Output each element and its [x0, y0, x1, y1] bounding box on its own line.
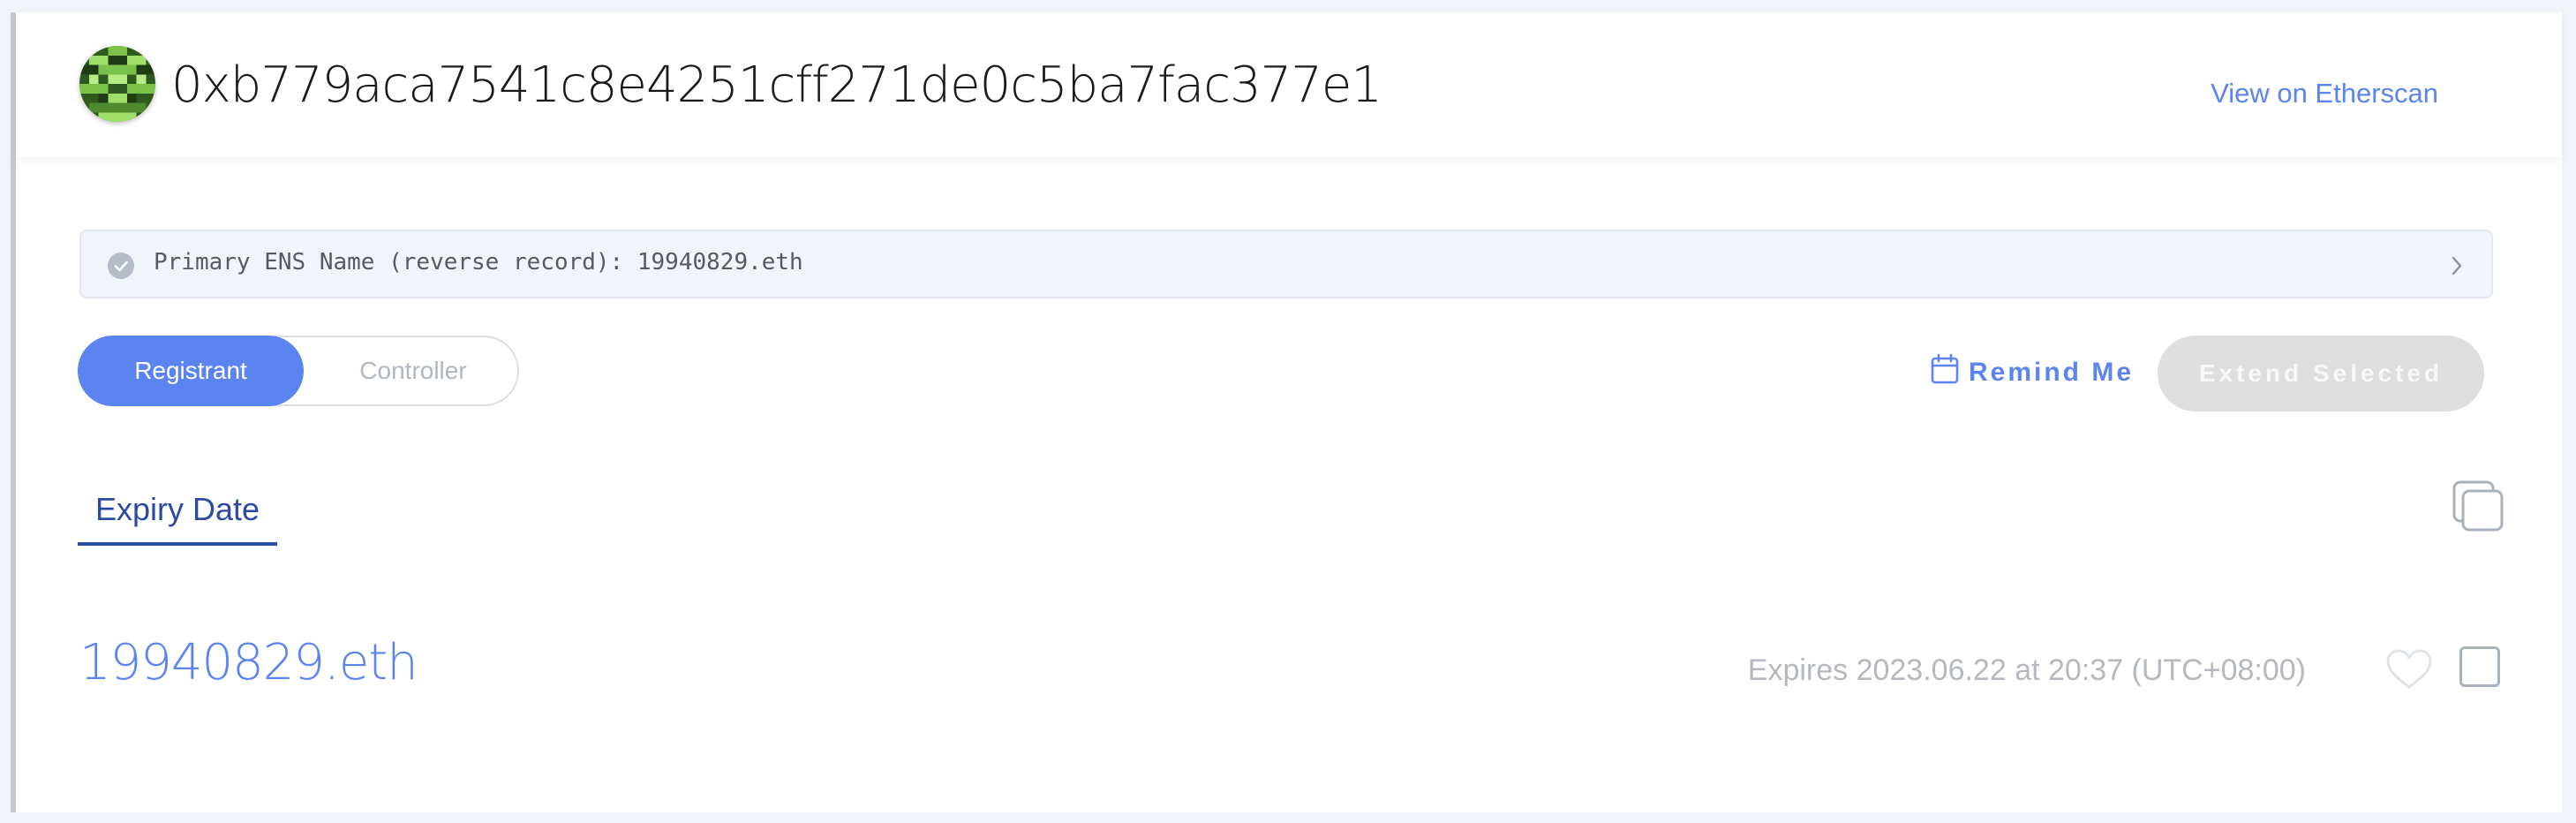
address-panel: 0xb779aca7541c8e4251cff271de0c5ba7fac377… — [11, 12, 2562, 812]
domain-expiry-text: Expires 2023.06.22 at 20:37 (UTC+08:00) — [1747, 653, 2306, 687]
view-on-etherscan-link[interactable]: View on Etherscan — [2211, 78, 2438, 109]
registrant-toggle-button[interactable]: Registrant — [78, 336, 304, 406]
extend-selected-button[interactable]: Extend Selected — [2158, 336, 2484, 412]
copy-icon[interactable] — [2451, 479, 2507, 540]
wallet-address: 0xb779aca7541c8e4251cff271de0c5ba7fac377… — [171, 57, 1382, 114]
heart-icon[interactable] — [2385, 648, 2433, 695]
tab-expiry-date[interactable]: Expiry Date — [78, 489, 277, 546]
avatar — [79, 46, 155, 122]
chevron-right-icon — [2449, 254, 2465, 282]
role-toggle: Registrant Controller — [78, 336, 519, 406]
calendar-icon — [1930, 353, 1960, 392]
primary-ens-name-bar[interactable]: Primary ENS Name (reverse record): 19940… — [79, 230, 2493, 298]
domain-name-link[interactable]: 19940829.eth — [79, 634, 418, 691]
controller-toggle-button[interactable]: Controller — [305, 336, 521, 406]
address-header: 0xb779aca7541c8e4251cff271de0c5ba7fac377… — [16, 12, 2562, 157]
check-circle-icon — [108, 253, 134, 279]
domain-select-checkbox[interactable] — [2459, 646, 2500, 687]
remind-me-button[interactable]: Remind Me — [1930, 353, 2135, 392]
primary-ens-name-text: Primary ENS Name (reverse record): 19940… — [154, 249, 803, 276]
remind-me-label: Remind Me — [1969, 358, 2135, 387]
